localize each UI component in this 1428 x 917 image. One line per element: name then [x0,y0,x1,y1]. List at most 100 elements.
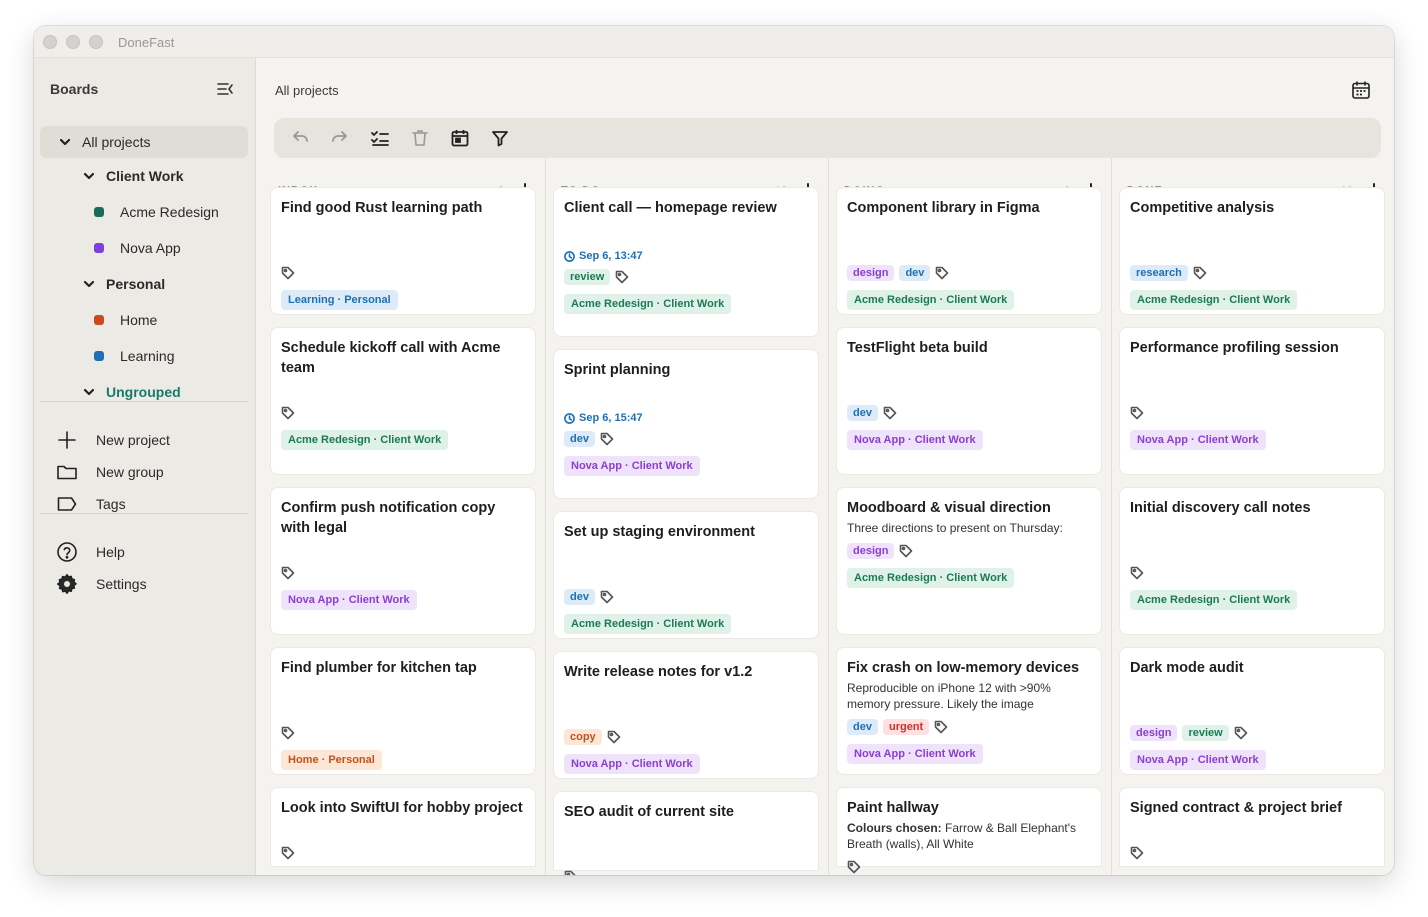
add-tag-icon[interactable] [600,590,614,604]
tag-review[interactable]: review [564,269,611,285]
task-card[interactable]: Find plumber for kitchen tap Home · Perso… [270,647,536,775]
task-card[interactable]: Find good Rust learning path Learning · P… [270,187,536,315]
sidebar-item-personal[interactable]: Personal [40,268,248,300]
task-card[interactable]: TestFlight beta build dev Nova App · Clien… [836,327,1102,475]
project-badge[interactable]: Acme Redesign · Client Work [847,290,1015,310]
task-card[interactable]: Dark mode audit design review Nova App · Cl… [1119,647,1385,775]
add-tag-icon[interactable] [899,544,913,558]
task-card[interactable]: Paint hallway Colours chosen: Farrow & Ba… [836,787,1102,874]
project-badge[interactable]: Nova App · Client Work [1130,430,1266,450]
zoom-window-button[interactable] [89,35,103,49]
project-badge[interactable]: Acme Redesign · Client Work [1130,590,1298,610]
tag-research[interactable]: research [1130,265,1188,281]
tag-dev[interactable]: dev [847,719,878,735]
column-doing: DOING6Component library in Figmadesignde… [836,158,1124,875]
tag-dev[interactable]: dev [847,405,878,421]
task-card[interactable]: Competitive analysis research Acme Redesig… [1119,187,1385,315]
redo-button[interactable] [328,126,352,150]
collapse-sidebar-icon[interactable] [216,80,234,98]
add-tag-icon[interactable] [607,730,621,744]
add-tag-icon[interactable] [1193,266,1207,280]
task-card[interactable]: Performance profiling session Nova App · … [1119,327,1385,475]
sidebar-item-learning[interactable]: Learning [40,340,248,372]
close-window-button[interactable] [43,35,57,49]
sidebar-item-home[interactable]: Home [40,304,248,336]
project-badge[interactable]: Acme Redesign · Client Work [1130,290,1298,310]
checklist-button[interactable] [368,126,392,150]
add-tag-icon[interactable] [1234,726,1248,740]
delete-button[interactable] [408,126,432,150]
tag-review[interactable]: review [1182,725,1229,741]
project-badge[interactable]: Acme Redesign · Client Work [281,430,449,450]
project-badge[interactable]: Nova App · Client Work [847,430,983,450]
project-badge[interactable]: Nova App · Client Work [564,456,700,476]
add-tag-icon[interactable] [1130,846,1144,860]
add-tag-icon[interactable] [883,406,897,420]
task-card[interactable]: Moodboard & visual direction Three direct… [836,487,1102,635]
task-card[interactable]: Write release notes for v1.2 copy Nova App… [553,651,819,779]
add-tag-icon[interactable] [564,870,578,875]
task-card[interactable]: Sprint planning Sep 6, 15:47 dev Nova App ·… [553,349,819,499]
task-card[interactable]: SEO audit of current site [553,791,819,875]
add-tag-icon[interactable] [935,266,949,280]
project-badge[interactable]: Acme Redesign · Client Work [564,294,732,314]
task-card[interactable]: Schedule kickoff call with Acme team Acme… [270,327,536,475]
tag-list: design dev [847,264,1091,282]
tag-dev[interactable]: dev [564,589,595,605]
task-card[interactable]: Set up staging environment dev Acme Redesi… [553,511,819,639]
task-card[interactable]: Signed contract & project brief [1119,787,1385,867]
project-badge[interactable]: Acme Redesign · Client Work [847,568,1015,588]
add-tag-icon[interactable] [600,432,614,446]
project-badge[interactable]: Home · Personal [281,750,382,770]
add-tag-icon[interactable] [934,720,948,734]
project-badge[interactable]: Nova App · Client Work [1130,750,1266,770]
project-badge[interactable]: Nova App · Client Work [847,744,983,764]
new-project-button[interactable]: New project [56,428,170,452]
add-tag-icon[interactable] [281,566,295,580]
tag-design[interactable]: design [847,265,895,281]
tag-design[interactable]: design [1130,725,1178,741]
sidebar-item-all-projects[interactable]: All projects [40,126,248,158]
tag-list: review [564,268,808,286]
task-card[interactable]: Client call — homepage review Sep 6, 13:4… [553,187,819,337]
project-badge[interactable]: Learning · Personal [281,290,398,310]
task-card[interactable]: Confirm push notification copy with lega… [270,487,536,635]
tag-design[interactable]: design [847,543,895,559]
task-card[interactable]: Initial discovery call notes Acme Redesig… [1119,487,1385,635]
sidebar-item-nova-app[interactable]: Nova App [40,232,248,264]
task-card[interactable]: Fix crash on low-memory devices Reproduci… [836,647,1102,775]
add-tag-icon[interactable] [281,726,295,740]
filter-button[interactable] [488,126,512,150]
sidebar-item-acme-redesign[interactable]: Acme Redesign [40,196,248,228]
add-tag-icon[interactable] [1130,566,1144,580]
tag-copy[interactable]: copy [564,729,602,745]
card-description-bold: Colours chosen: [847,821,942,835]
tag-dev[interactable]: dev [564,431,595,447]
tag-list: dev [564,430,808,448]
action-label: Help [96,544,125,560]
sidebar-item-client-work[interactable]: Client Work [40,160,248,192]
add-tag-icon[interactable] [847,860,861,874]
new-group-button[interactable]: New group [56,460,164,484]
undo-button[interactable] [288,126,312,150]
add-tag-icon[interactable] [281,406,295,420]
tag-dev[interactable]: dev [899,265,931,281]
task-card[interactable]: Look into SwiftUI for hobby project [270,787,536,867]
project-badge[interactable]: Acme Redesign · Client Work [564,614,732,634]
sidebar-item-ungrouped[interactable]: Ungrouped [40,376,248,408]
add-tag-icon[interactable] [281,846,295,860]
sidebar-item-label: Nova App [120,240,181,256]
schedule-button[interactable] [448,126,472,150]
settings-button[interactable]: Settings [56,572,147,596]
add-tag-icon[interactable] [1130,406,1144,420]
project-badge[interactable]: Nova App · Client Work [564,754,700,774]
add-tag-icon[interactable] [615,270,629,284]
minimize-window-button[interactable] [66,35,80,49]
calendar-icon[interactable] [1350,79,1372,101]
project-badge[interactable]: Nova App · Client Work [281,590,417,610]
task-card[interactable]: Component library in Figma design dev Acme … [836,187,1102,315]
tag-urgent[interactable]: urgent [882,719,930,735]
add-tag-icon[interactable] [281,266,295,280]
card-spacer [1130,678,1374,718]
help-button[interactable]: Help [56,540,125,564]
